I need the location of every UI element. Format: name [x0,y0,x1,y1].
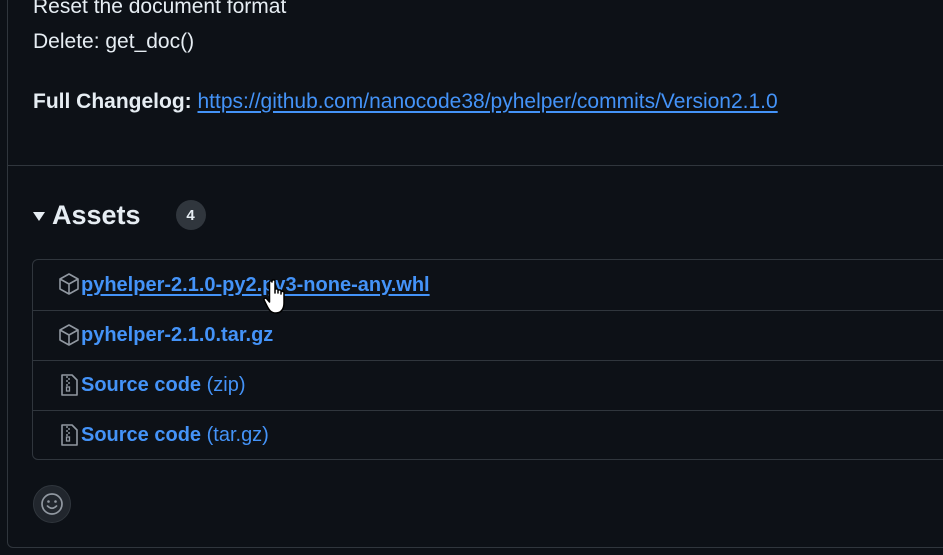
assets-count-badge: 4 [175,200,206,230]
source-code-targz-link[interactable]: Source code (tar.gz) [81,424,269,447]
asset-link-whl[interactable]: pyhelper-2.1.0-py2.py3-none-any.whl [81,274,430,297]
changelog-label: Full Changelog: [33,90,192,113]
release-note-line: Reset the document format [33,0,287,18]
caret-down-icon [33,211,45,221]
asset-list: pyhelper-2.1.0-py2.py3-none-any.whl pyhe… [32,259,943,460]
asset-row: pyhelper-2.1.0-py2.py3-none-any.whl [33,260,943,310]
assets-toggle[interactable]: Assets 4 [33,197,206,233]
file-zip-icon [61,374,78,396]
asset-link-tar[interactable]: pyhelper-2.1.0.tar.gz [81,324,273,347]
asset-row: pyhelper-2.1.0.tar.gz [33,310,943,360]
release-page: Reset the document format Delete: get_do… [0,0,943,555]
asset-label: Source code [81,374,202,396]
asset-suffix: (tar.gz) [206,424,269,446]
package-icon [59,324,79,346]
source-code-zip-link[interactable]: Source code (zip) [81,374,246,397]
section-divider [7,165,943,166]
asset-label: Source code [81,424,202,446]
asset-suffix: (zip) [206,374,246,396]
release-note-line: Delete: get_doc() [33,30,195,53]
full-changelog: Full Changelog: https://github.com/nanoc… [33,90,778,114]
asset-row: Source code (zip) [33,360,943,410]
changelog-link[interactable]: https://github.com/nanocode38/pyhelper/c… [198,90,778,113]
smiley-icon [41,493,63,515]
file-zip-icon [61,424,78,446]
asset-row: Source code (tar.gz) [33,410,943,460]
assets-title: Assets [52,199,141,230]
package-icon [59,273,79,295]
add-reaction-button[interactable] [33,485,71,523]
